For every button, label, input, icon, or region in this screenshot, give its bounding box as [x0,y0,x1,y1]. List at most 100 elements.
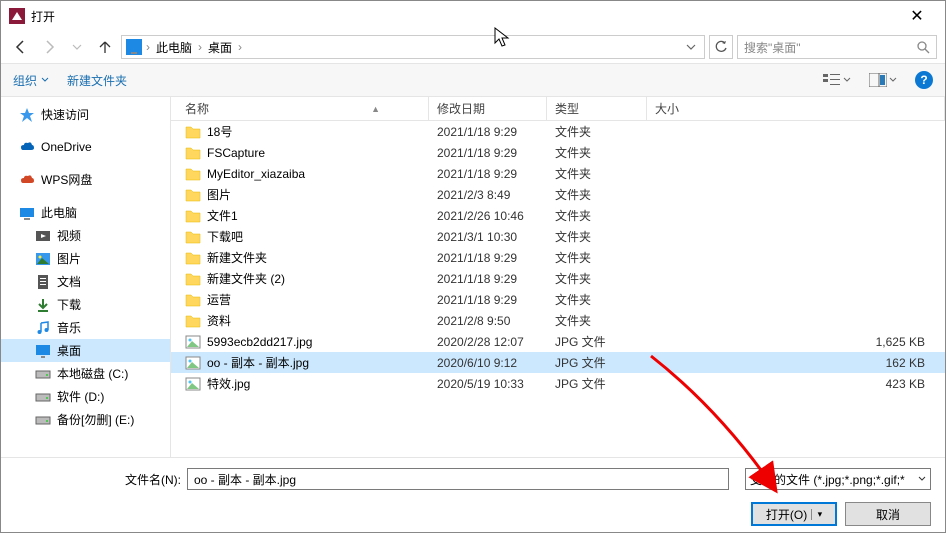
file-name: 18号 [207,123,232,140]
sidebar-item-documents[interactable]: 文档 [1,270,170,293]
recent-dropdown[interactable] [65,35,89,59]
file-type: JPG 文件 [547,333,647,350]
file-pane: 名称▲ 修改日期 类型 大小 18号2021/1/18 9:29文件夹FSCap… [171,97,945,457]
file-row[interactable]: oo - 副本 - 副本.jpg2020/6/10 9:12JPG 文件162 … [171,352,945,373]
file-name: FSCapture [207,146,265,160]
main-area: 快速访问 OneDrive WPS网盘 此电脑 视频 图片 文档 下载 音乐 桌… [1,97,945,457]
file-type-filter[interactable]: 支持的文件 (*.jpg;*.png;*.gif;* [745,468,931,490]
file-row[interactable]: 图片2021/2/3 8:49文件夹 [171,184,945,205]
file-row[interactable]: 5993ecb2dd217.jpg2020/2/28 12:07JPG 文件1,… [171,331,945,352]
file-date: 2021/2/3 8:49 [429,188,547,202]
cloud-icon [19,172,35,188]
image-icon [185,355,201,371]
sidebar-item-music[interactable]: 音乐 [1,316,170,339]
sidebar-item-wps[interactable]: WPS网盘 [1,168,170,191]
search-input[interactable]: 搜索"桌面" [737,35,937,59]
drive-icon [35,366,51,382]
file-name: 新建文件夹 [207,249,267,266]
preview-pane-toggle[interactable] [869,73,897,87]
file-row[interactable]: FSCapture2021/1/18 9:29文件夹 [171,142,945,163]
close-button[interactable]: ✕ [897,6,937,26]
search-placeholder: 搜索"桌面" [744,39,916,56]
organize-menu[interactable]: 组织 [13,72,49,89]
navbar: › 此电脑 › 桌面 › 搜索"桌面" [1,31,945,63]
sidebar-item-disk-d[interactable]: 软件 (D:) [1,385,170,408]
sidebar-item-quick-access[interactable]: 快速访问 [1,103,170,126]
forward-button[interactable] [37,35,61,59]
sidebar-item-pictures[interactable]: 图片 [1,247,170,270]
up-button[interactable] [93,35,117,59]
filename-input[interactable] [187,468,729,490]
document-icon [35,274,51,290]
col-header-date[interactable]: 修改日期 [429,97,547,120]
file-date: 2021/1/18 9:29 [429,125,547,139]
folder-icon [185,124,201,140]
column-headers: 名称▲ 修改日期 类型 大小 [171,97,945,121]
window-title: 打开 [31,8,897,25]
sidebar: 快速访问 OneDrive WPS网盘 此电脑 视频 图片 文档 下载 音乐 桌… [1,97,171,457]
file-date: 2020/5/19 10:33 [429,377,547,391]
picture-icon [35,251,51,267]
help-button[interactable]: ? [915,71,933,89]
file-type: 文件夹 [547,291,647,308]
file-row[interactable]: 文件12021/2/26 10:46文件夹 [171,205,945,226]
open-button[interactable]: 打开(O) ▾ [751,502,837,526]
breadcrumb-desktop[interactable]: 桌面 [206,39,234,56]
file-row[interactable]: 下载吧2021/3/1 10:30文件夹 [171,226,945,247]
sidebar-item-onedrive[interactable]: OneDrive [1,136,170,158]
app-icon [9,8,25,24]
sidebar-item-disk-c[interactable]: 本地磁盘 (C:) [1,362,170,385]
cancel-button[interactable]: 取消 [845,502,931,526]
file-row[interactable]: 运营2021/1/18 9:29文件夹 [171,289,945,310]
titlebar: 打开 ✕ [1,1,945,31]
file-row[interactable]: 18号2021/1/18 9:29文件夹 [171,121,945,142]
view-options[interactable] [823,73,851,87]
sidebar-item-videos[interactable]: 视频 [1,224,170,247]
sidebar-item-thispc[interactable]: 此电脑 [1,201,170,224]
file-date: 2021/1/18 9:29 [429,293,547,307]
chevron-right-icon: › [144,40,152,54]
file-type: 文件夹 [547,249,647,266]
file-date: 2021/1/18 9:29 [429,146,547,160]
file-type: 文件夹 [547,207,647,224]
sidebar-item-downloads[interactable]: 下载 [1,293,170,316]
image-icon [185,334,201,350]
file-type: 文件夹 [547,270,647,287]
address-bar[interactable]: › 此电脑 › 桌面 › [121,35,705,59]
file-date: 2020/6/10 9:12 [429,356,547,370]
breadcrumb-thispc[interactable]: 此电脑 [154,39,194,56]
refresh-button[interactable] [709,35,733,59]
file-name: MyEditor_xiazaiba [207,167,305,181]
chevron-down-icon [918,475,926,483]
chevron-down-icon [41,76,49,84]
sidebar-item-desktop[interactable]: 桌面 [1,339,170,362]
col-header-name[interactable]: 名称▲ [171,97,429,120]
sidebar-item-disk-e[interactable]: 备份[勿删] (E:) [1,408,170,431]
pc-icon [126,39,142,55]
sort-asc-icon: ▲ [371,104,380,114]
footer: 文件名(N): 支持的文件 (*.jpg;*.png;*.gif;* 打开(O)… [1,457,945,538]
address-dropdown[interactable] [682,42,700,52]
file-date: 2021/2/26 10:46 [429,209,547,223]
file-name: 下载吧 [207,228,243,245]
back-button[interactable] [9,35,33,59]
file-size: 423 KB [647,377,945,391]
file-name: 资料 [207,312,231,329]
file-date: 2021/1/18 9:29 [429,272,547,286]
file-date: 2021/1/18 9:29 [429,167,547,181]
file-row[interactable]: 资料2021/2/8 9:50文件夹 [171,310,945,331]
image-icon [185,376,201,392]
chevron-right-icon: › [236,40,244,54]
video-icon [35,228,51,244]
folder-icon [185,145,201,161]
file-row[interactable]: 新建文件夹2021/1/18 9:29文件夹 [171,247,945,268]
new-folder-button[interactable]: 新建文件夹 [67,72,127,89]
music-icon [35,320,51,336]
col-header-type[interactable]: 类型 [547,97,647,120]
file-row[interactable]: MyEditor_xiazaiba2021/1/18 9:29文件夹 [171,163,945,184]
file-row[interactable]: 特效.jpg2020/5/19 10:33JPG 文件423 KB [171,373,945,394]
file-row[interactable]: 新建文件夹 (2) 2021/1/18 9:29文件夹 [171,268,945,289]
col-header-size[interactable]: 大小 [647,97,945,120]
folder-icon [185,166,201,182]
file-name: 新建文件夹 (2) [207,270,285,287]
